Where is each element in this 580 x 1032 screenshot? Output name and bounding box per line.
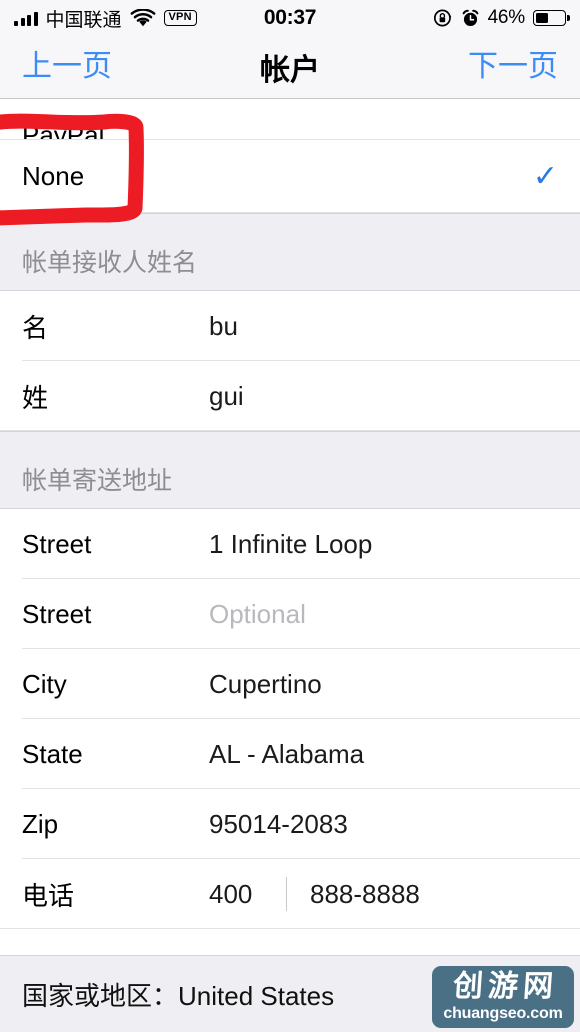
iphone-screen: 中国联通 VPN 00:37 46% 上一页 帐户 下一页 PayPal Non… [0,0,580,1032]
vpn-badge: VPN [163,10,197,26]
state-value[interactable]: AL - Alabama [209,739,364,770]
phone-label: 电话 [22,880,75,911]
checkmark-icon: ✓ [532,159,558,193]
phone-number-value[interactable]: 888-8888 [310,879,420,910]
first-name-row[interactable]: 名 bu [0,291,580,361]
first-name-value[interactable]: bu [209,311,238,342]
status-bar: 中国联通 VPN 00:37 46% [0,0,580,36]
last-name-label: 姓 [22,382,49,413]
city-value[interactable]: Cupertino [209,669,322,700]
street1-label: Street [22,528,92,559]
payment-option-paypal-row[interactable]: PayPal [0,100,580,140]
alarm-clock-icon [461,9,480,28]
state-label: State [22,738,83,769]
zip-row[interactable]: Zip 95014-2083 [0,789,580,859]
watermark-chinese-text: 创游网 [451,969,560,1004]
payment-option-none-label: None [22,161,85,191]
street2-row[interactable]: Street Optional [0,579,580,649]
street1-row[interactable]: Street 1 Infinite Loop [0,509,580,579]
last-name-value[interactable]: gui [209,381,244,412]
city-row[interactable]: City Cupertino [0,649,580,719]
status-bar-right: 46% [433,7,566,29]
navigation-bar: 上一页 帐户 下一页 [0,36,580,99]
first-name-label: 名 [22,312,49,343]
clock-label: 00:37 [263,6,317,29]
billing-name-section-header: 帐单接收人姓名 [0,213,580,291]
city-label: City [22,668,67,699]
zip-value[interactable]: 95014-2083 [209,809,348,840]
phone-value-group: 400 888-8888 [209,877,420,911]
signal-bars-icon [14,11,38,26]
billing-address-section-title: 帐单寄送地址 [22,467,173,495]
street2-input[interactable]: Optional [209,599,306,630]
zip-label: Zip [22,808,59,839]
form-table[interactable]: PayPal None ✓ 帐单接收人姓名 名 bu 姓 gui 帐单寄送地址 … [0,100,580,1032]
street1-value[interactable]: 1 Infinite Loop [209,529,372,560]
battery-percent-label: 46% [487,7,526,28]
phone-row[interactable]: 电话 400 888-8888 [0,859,580,929]
status-bar-left: 中国联通 VPN [14,5,197,32]
wifi-icon [130,8,156,28]
phone-field-divider [286,877,287,911]
payment-option-paypal-label: PayPal [22,120,105,140]
carrier-label: 中国联通 [45,9,122,31]
previous-page-button[interactable]: 上一页 [22,52,112,82]
payment-option-none-row[interactable]: None ✓ [0,140,580,213]
billing-name-section-title: 帐单接收人姓名 [22,249,198,277]
billing-address-section-header: 帐单寄送地址 [0,431,580,509]
street2-label: Street [22,598,92,629]
watermark-badge: 创游网 chuangseo.com [432,966,574,1028]
state-row[interactable]: State AL - Alabama [0,719,580,789]
battery-icon [533,10,566,26]
last-name-row[interactable]: 姓 gui [0,361,580,431]
country-region-text: 国家或地区：United States [22,980,335,1011]
watermark-url-text: chuangseo.com [443,1005,563,1022]
next-page-button[interactable]: 下一页 [468,52,558,82]
rotation-lock-icon [433,8,453,28]
phone-country-code-value[interactable]: 400 [209,879,286,910]
